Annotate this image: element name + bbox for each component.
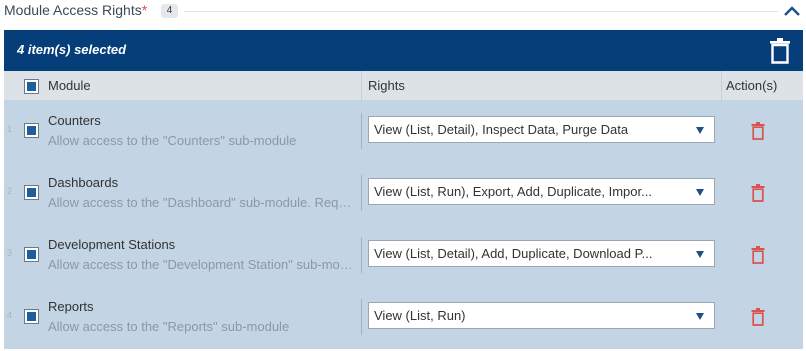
column-separator: [721, 71, 722, 100]
rights-select[interactable]: View (List, Detail), Inspect Data, Purge…: [368, 116, 715, 143]
delete-selected-button[interactable]: [769, 38, 791, 64]
required-mark: *: [141, 2, 148, 18]
checkbox-fill: [27, 82, 36, 91]
collapse-button[interactable]: [782, 2, 802, 20]
trash-icon: [751, 308, 765, 326]
row-number: 3: [7, 248, 13, 258]
module-rights-table: Module Rights Action(s) 1 Counters Allow…: [4, 71, 803, 349]
row-checkbox[interactable]: [24, 309, 39, 324]
row-checkbox[interactable]: [24, 247, 39, 262]
section-title: Module Access Rights*: [4, 2, 147, 18]
caret-down-icon: [696, 251, 704, 258]
trash-icon: [751, 246, 765, 264]
row-number: 1: [7, 124, 13, 134]
checkbox-fill: [27, 188, 36, 197]
caret-down-icon: [696, 127, 704, 134]
row-check-cell: [20, 286, 42, 348]
row-check-cell: [20, 162, 42, 224]
rights-select[interactable]: View (List, Detail), Add, Duplicate, Dow…: [368, 240, 715, 267]
delete-row-button[interactable]: [751, 246, 765, 264]
table-row: 1 Counters Allow access to the "Counters…: [4, 100, 803, 162]
checkbox-fill: [27, 250, 36, 259]
row-check-cell: [20, 224, 42, 286]
module-name: Development Stations: [48, 237, 176, 252]
count-badge: 4: [161, 4, 178, 18]
rights-select-value: View (List, Detail), Add, Duplicate, Dow…: [374, 246, 653, 261]
rights-select[interactable]: View (List, Run), Export, Add, Duplicate…: [368, 178, 715, 205]
rights-select-value: View (List, Run): [374, 308, 466, 323]
delete-row-button[interactable]: [751, 122, 765, 140]
module-name: Counters: [48, 113, 101, 128]
checkbox-fill: [27, 126, 36, 135]
row-checkbox[interactable]: [24, 185, 39, 200]
table-row: 4 Reports Allow access to the "Reports" …: [4, 286, 803, 348]
cell-divider: [361, 237, 362, 273]
divider: [184, 11, 778, 12]
trash-icon: [751, 184, 765, 202]
module-description: Allow access to the "Development Station…: [48, 257, 356, 272]
module-description: Allow access to the "Counters" sub-modul…: [48, 133, 297, 148]
caret-down-icon: [696, 189, 704, 196]
delete-row-button[interactable]: [751, 184, 765, 202]
cell-divider: [361, 113, 362, 149]
select-all-checkbox[interactable]: [24, 79, 39, 94]
module-description: Allow access to the "Dashboard" sub-modu…: [48, 195, 356, 210]
caret-down-icon: [696, 313, 704, 320]
rights-select-value: View (List, Run), Export, Add, Duplicate…: [374, 184, 652, 199]
chevron-up-icon: [784, 6, 800, 16]
table-row: 3 Development Stations Allow access to t…: [4, 224, 803, 286]
selection-bar: 4 item(s) selected: [4, 30, 803, 71]
cell-divider: [361, 299, 362, 335]
selection-count-text: 4 item(s) selected: [17, 42, 127, 57]
section-title-text: Module Access Rights: [4, 2, 142, 18]
row-number: 2: [7, 186, 13, 196]
trash-icon: [770, 38, 790, 64]
delete-row-button[interactable]: [751, 308, 765, 326]
header-module: Module: [48, 78, 91, 93]
row-check-cell: [20, 100, 42, 162]
module-name: Dashboards: [48, 175, 119, 190]
checkbox-fill: [27, 312, 36, 321]
trash-icon: [751, 122, 765, 140]
table-header: Module Rights Action(s): [4, 71, 803, 100]
module-name: Reports: [48, 299, 94, 314]
rights-select-value: View (List, Detail), Inspect Data, Purge…: [374, 122, 629, 137]
section-header: Module Access Rights* 4: [0, 0, 806, 26]
row-number: 4: [7, 310, 13, 320]
column-separator: [361, 71, 362, 100]
header-check-cell: [20, 71, 42, 100]
cell-divider: [361, 175, 362, 211]
rights-select[interactable]: View (List, Run): [368, 302, 715, 329]
row-checkbox[interactable]: [24, 123, 39, 138]
header-rights: Rights: [368, 78, 405, 93]
table-row: 2 Dashboards Allow access to the "Dashbo…: [4, 162, 803, 224]
header-actions: Action(s): [726, 78, 778, 93]
module-description: Allow access to the "Reports" sub-module: [48, 319, 290, 334]
